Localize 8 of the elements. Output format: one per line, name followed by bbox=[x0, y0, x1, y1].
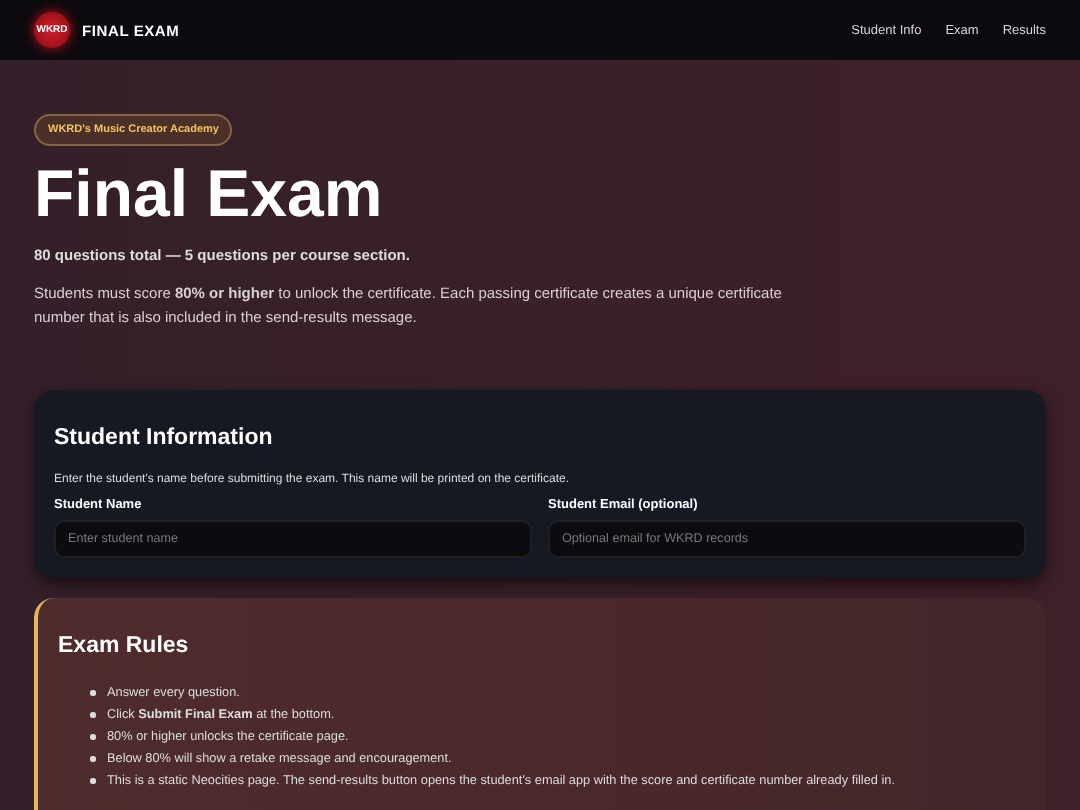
bullet-icon bbox=[90, 690, 95, 696]
bullet-icon bbox=[90, 712, 95, 718]
bullet-icon bbox=[90, 778, 95, 784]
bullet-icon bbox=[90, 734, 95, 740]
page-title: Final Exam bbox=[34, 156, 383, 232]
card-title: Exam Rules bbox=[58, 634, 191, 658]
card-title: Student Information bbox=[54, 426, 275, 450]
bullet-icon bbox=[90, 756, 95, 762]
